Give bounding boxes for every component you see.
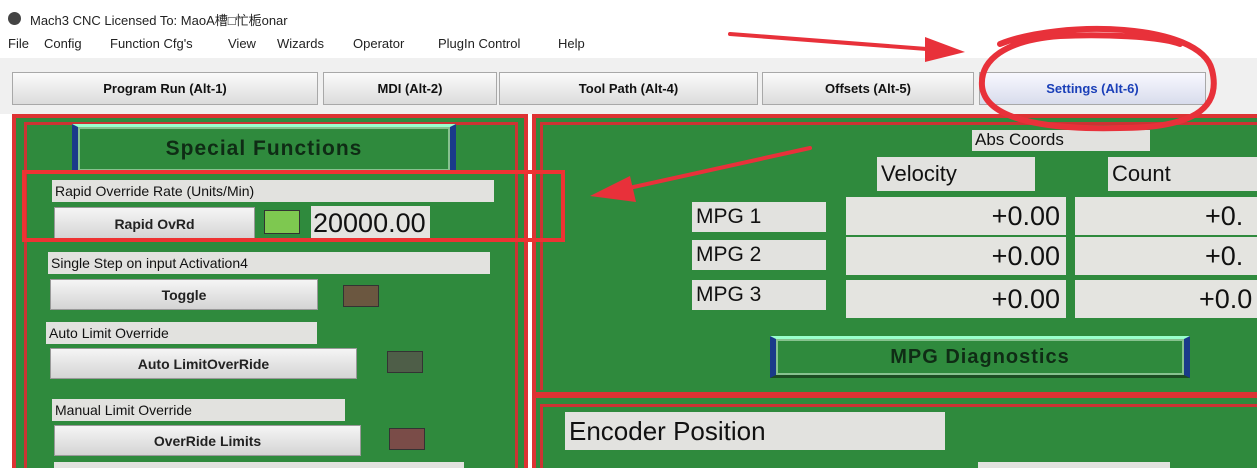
mpg-2-count: +0. — [1075, 237, 1257, 275]
auto-limit-label: Auto Limit Override — [46, 322, 317, 344]
single-step-label: Single Step on input Activation4 — [48, 252, 490, 274]
abs-coords-label: Abs Coords — [972, 130, 1150, 151]
menu-operator[interactable]: Operator — [353, 36, 404, 51]
tab-offsets[interactable]: Offsets (Alt-5) — [762, 72, 974, 105]
tab-settings[interactable]: Settings (Alt-6) — [979, 72, 1206, 105]
window-title: Mach3 CNC Licensed To: MaoA槽□忙栀onar — [30, 13, 288, 28]
mpg-1-count: +0. — [1075, 197, 1257, 235]
special-functions-title: Special Functions — [72, 124, 456, 174]
menu-wizards[interactable]: Wizards — [277, 36, 324, 51]
tab-program-run[interactable]: Program Run (Alt-1) — [12, 72, 318, 105]
count-header: Count — [1108, 157, 1257, 191]
manual-limit-label: Manual Limit Override — [52, 399, 345, 421]
override-limits-button[interactable]: OverRide Limits — [54, 425, 361, 456]
menu-plugin-control[interactable]: PlugIn Control — [438, 36, 520, 51]
auto-limit-led — [387, 351, 423, 373]
mpg-1-velocity: +0.00 — [846, 197, 1066, 235]
next-field-label — [54, 462, 464, 468]
mpg-3-count: +0.0 — [1075, 280, 1257, 318]
app-icon — [8, 12, 21, 25]
menu-view[interactable]: View — [228, 36, 256, 51]
tab-tool-path[interactable]: Tool Path (Alt-4) — [499, 72, 758, 105]
encoder-position-title: Encoder Position — [565, 412, 945, 450]
mpg-2-velocity: +0.00 — [846, 237, 1066, 275]
single-step-led — [343, 285, 379, 307]
menu-config[interactable]: Config — [44, 36, 82, 51]
auto-limit-override-button[interactable]: Auto LimitOverRide — [50, 348, 357, 379]
tab-mdi[interactable]: MDI (Alt-2) — [323, 72, 497, 105]
mpg-2-label: MPG 2 — [692, 240, 826, 270]
velocity-header: Velocity — [877, 157, 1035, 191]
menu-function-cfgs[interactable]: Function Cfg's — [110, 36, 193, 51]
menu-file[interactable]: File — [8, 36, 29, 51]
mpg-diagnostics-title: MPG Diagnostics — [770, 336, 1190, 378]
menu-help[interactable]: Help — [558, 36, 585, 51]
manual-limit-led — [389, 428, 425, 450]
mpg-1-label: MPG 1 — [692, 202, 826, 232]
toggle-button[interactable]: Toggle — [50, 279, 318, 310]
annotation-highlight-rect — [22, 170, 565, 242]
mpg-3-velocity: +0.00 — [846, 280, 1066, 318]
mpg-3-label: MPG 3 — [692, 280, 826, 310]
encoder-field-top — [978, 462, 1170, 468]
